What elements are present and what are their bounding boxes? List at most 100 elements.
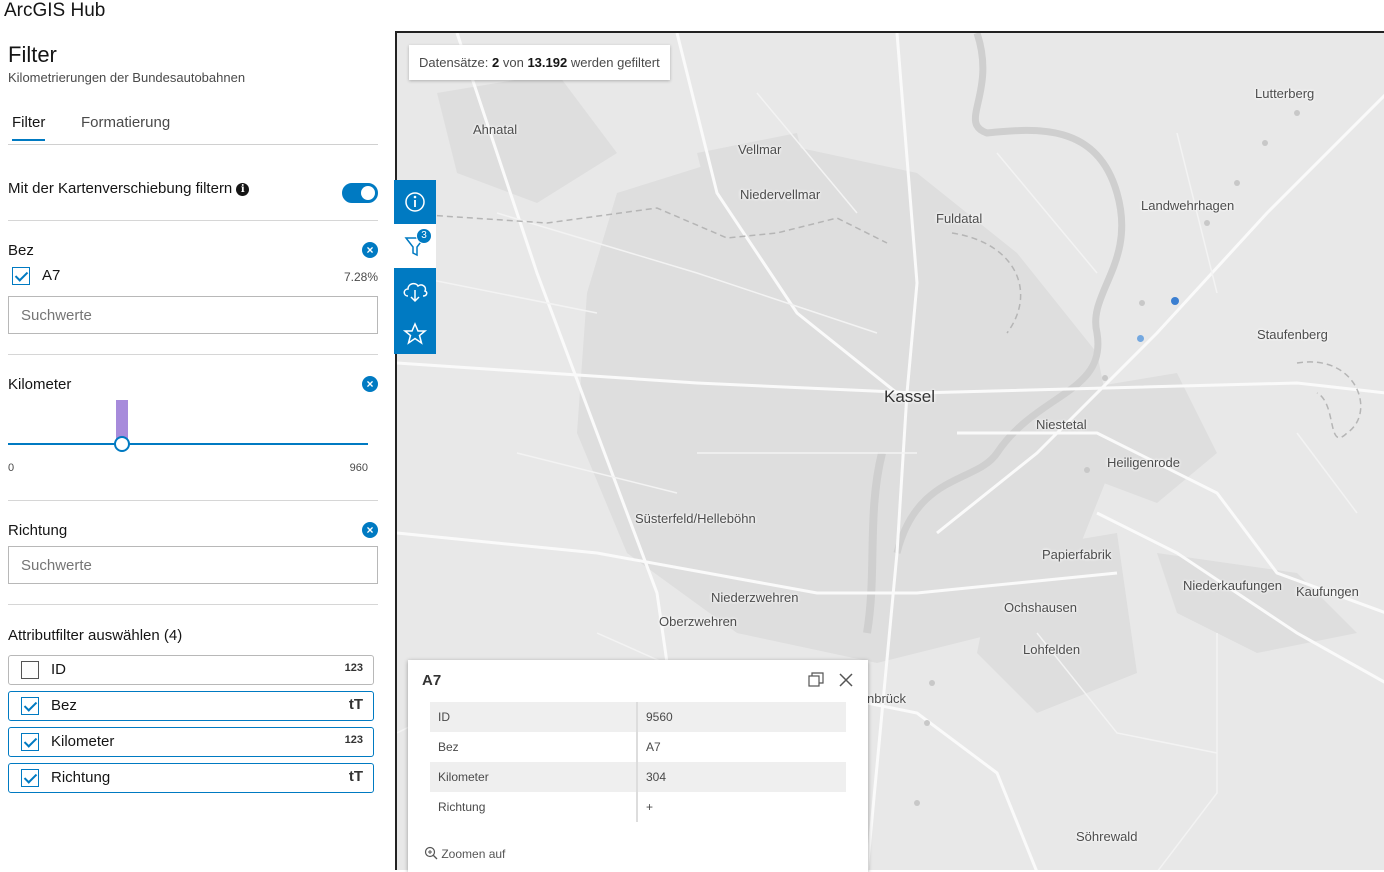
- star-icon: [402, 322, 428, 345]
- map-filter-label: Mit der Kartenverschiebung filtern: [8, 180, 233, 197]
- place-niedervellmar: Niedervellmar: [740, 187, 821, 202]
- number-type-icon: 123: [344, 662, 363, 674]
- attr-key: Bez: [430, 732, 638, 762]
- feature-popup: A7 ID 9560 Bez A7 Kilometer 304 Richtung + Z…: [408, 660, 868, 872]
- attr-value: 9560: [637, 702, 846, 732]
- attr-item-id[interactable]: ID 123: [8, 655, 374, 685]
- panel-subtitle: Kilometrierungen der Bundesautobahnen: [8, 70, 246, 85]
- kilometer-slider[interactable]: [8, 398, 368, 458]
- attr-item-label: Richtung: [51, 769, 111, 786]
- status-prefix: Datensätze:: [419, 55, 489, 70]
- table-row: Bez A7: [430, 732, 846, 762]
- place-soehrewald: Söhrewald: [1076, 829, 1138, 844]
- place-niestetal: Niestetal: [1036, 417, 1087, 432]
- attr-item-label: Kilometer: [51, 733, 115, 750]
- attr-key: ID: [430, 702, 638, 732]
- map-toolbar: 3: [394, 180, 436, 354]
- attr-id-checkbox[interactable]: [21, 661, 39, 679]
- attr-item-kilometer[interactable]: Kilometer 123: [8, 727, 374, 757]
- attr-item-label: Bez: [51, 697, 77, 714]
- clear-bez-icon[interactable]: ×: [362, 242, 378, 258]
- bez-search-input[interactable]: [8, 296, 378, 334]
- divider: [8, 220, 378, 221]
- map-filter-row: Mit der Kartenverschiebung filtern i: [8, 180, 378, 197]
- filter-panel: Filter Kilometrierungen der Bundesautoba…: [8, 30, 378, 870]
- popup-title: A7: [422, 672, 442, 689]
- status-total: 13.192: [527, 55, 568, 70]
- place-fuldatal: Fuldatal: [936, 211, 983, 226]
- status-middle: von: [502, 55, 524, 70]
- place-partial: nbrück: [867, 691, 907, 706]
- place-kassel: Kassel: [884, 387, 936, 406]
- download-tool-button[interactable]: [394, 268, 436, 312]
- app-title: ArcGIS Hub: [4, 0, 106, 21]
- cloud-download-icon: [403, 282, 428, 303]
- attr-value: +: [646, 800, 654, 814]
- place-kaufungen: Kaufungen: [1296, 584, 1359, 599]
- record-count-status: Datensätze: 2 von 13.192 werden gefilter…: [409, 45, 670, 80]
- bez-a7-percent: 7.28%: [343, 270, 378, 284]
- tab-filter[interactable]: Filter: [12, 114, 46, 141]
- place-ahnatal: Ahnatal: [473, 122, 518, 137]
- tab-formatierung[interactable]: Formatierung: [81, 114, 170, 139]
- place-niederkaufungen: Niederkaufungen: [1183, 578, 1283, 593]
- attr-bez-checkbox[interactable]: [21, 697, 39, 715]
- attr-item-bez[interactable]: Bez tT: [8, 691, 374, 721]
- place-landwehrhagen: Landwehrhagen: [1141, 198, 1235, 213]
- attr-value: A7: [646, 740, 661, 754]
- map-filter-toggle[interactable]: [342, 183, 378, 203]
- divider: [8, 500, 378, 501]
- attr-richtung-checkbox[interactable]: [21, 769, 39, 787]
- filter-tool-button[interactable]: 3: [394, 224, 436, 268]
- slider-thumb[interactable]: [114, 436, 130, 452]
- place-oberzwehren: Oberzwehren: [659, 614, 738, 629]
- table-row: Kilometer 304: [430, 762, 846, 792]
- info-icon[interactable]: i: [236, 182, 250, 196]
- clear-kilometer-icon[interactable]: ×: [362, 376, 378, 392]
- table-row: Richtung +: [430, 792, 846, 822]
- place-suesterfeld: Süsterfeld/Helleböhn: [635, 511, 756, 526]
- attr-key: Richtung: [430, 792, 638, 822]
- place-papierfabrik: Papierfabrik: [1042, 547, 1112, 562]
- panel-title: Filter: [8, 42, 57, 67]
- popup-attribute-table: ID 9560 Bez A7 Kilometer 304 Richtung +: [430, 702, 846, 822]
- place-staufenberg: Staufenberg: [1257, 327, 1328, 342]
- zoom-in-icon: [424, 846, 438, 860]
- clear-richtung-icon[interactable]: ×: [362, 522, 378, 538]
- filter-count-badge: 3: [416, 228, 432, 244]
- place-ochshausen: Ochshausen: [1004, 600, 1077, 615]
- richtung-filter-label: Richtung: [8, 522, 68, 539]
- dock-icon[interactable]: [808, 672, 824, 688]
- info-tool-button[interactable]: [394, 180, 436, 224]
- place-lutterberg: Lutterberg: [1255, 86, 1315, 101]
- info-circle-icon: [405, 192, 425, 212]
- attr-item-richtung[interactable]: Richtung tT: [8, 763, 374, 793]
- feature-point[interactable]: [1137, 335, 1144, 342]
- slider-track: [8, 443, 368, 445]
- divider: [8, 354, 378, 355]
- place-lohfelden: Lohfelden: [1023, 642, 1081, 657]
- text-type-icon: tT: [348, 696, 363, 713]
- attr-key: Kilometer: [430, 762, 638, 792]
- table-row: ID 9560: [430, 702, 846, 732]
- tab-bar: Filter Formatierung: [8, 108, 378, 145]
- close-icon[interactable]: [838, 672, 854, 688]
- bez-filter-label: Bez: [8, 242, 34, 259]
- place-vellmar: Vellmar: [738, 142, 782, 157]
- histogram-bar: [116, 400, 128, 440]
- divider: [8, 604, 378, 605]
- attr-value: 304: [637, 762, 846, 792]
- status-suffix: werden gefiltert: [570, 55, 660, 70]
- attr-item-label: ID: [51, 661, 66, 678]
- zoom-label: Zoomen auf: [441, 847, 506, 861]
- number-type-icon: 123: [344, 734, 363, 746]
- toggle-knob: [361, 186, 375, 200]
- status-count: 2: [492, 55, 500, 70]
- kilometer-filter-label: Kilometer: [8, 376, 72, 393]
- attr-kilometer-checkbox[interactable]: [21, 733, 39, 751]
- feature-point[interactable]: [1171, 297, 1179, 305]
- kilometer-max: 960: [349, 462, 368, 474]
- favorite-tool-button[interactable]: [394, 312, 436, 356]
- richtung-search-input[interactable]: [8, 546, 378, 584]
- zoom-to-link[interactable]: Zoomen auf: [424, 846, 505, 861]
